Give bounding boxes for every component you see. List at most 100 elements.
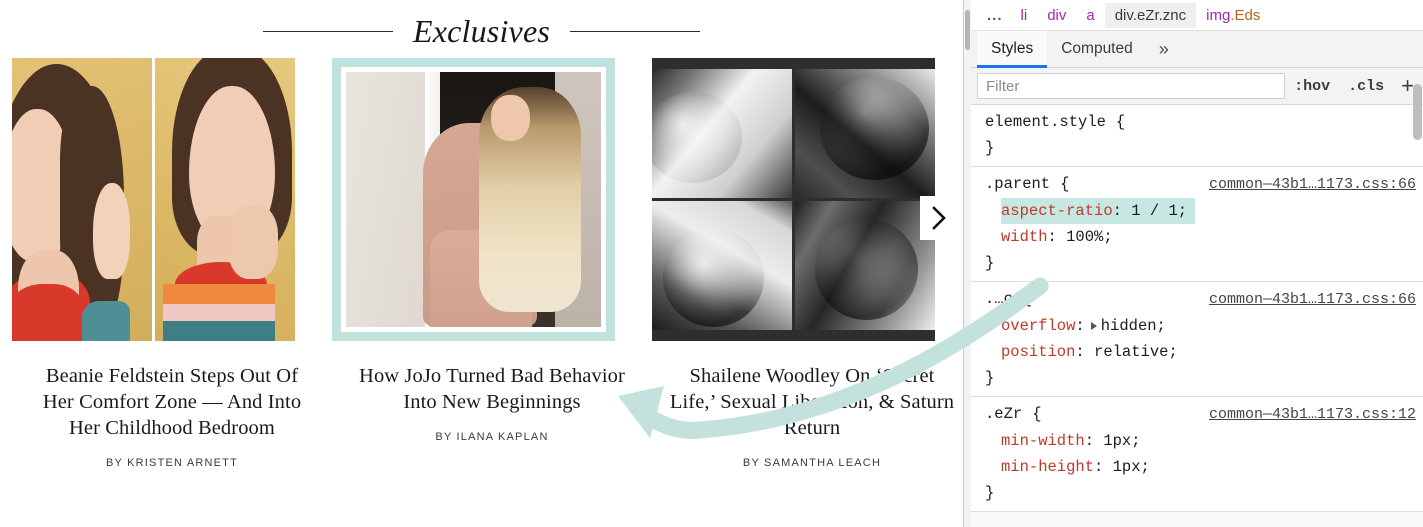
cls-toggle-button[interactable]: .cls — [1339, 78, 1393, 95]
article-headline[interactable]: Shailene Woodley On ‘Secret Life,’ Sexua… — [668, 363, 956, 441]
article-caption: Beanie Feldstein Steps Out Of Her Comfor… — [12, 341, 332, 469]
photo-pane-left — [12, 58, 152, 341]
article-headline[interactable]: Beanie Feldstein Steps Out Of Her Comfor… — [28, 363, 316, 441]
chevron-right-icon — [932, 206, 946, 230]
css-property[interactable]: width — [1001, 228, 1048, 246]
article-byline: BY ILANA KAPLAN — [435, 431, 549, 443]
article-headline[interactable]: How JoJo Turned Bad Behavior Into New Be… — [348, 363, 636, 415]
css-value[interactable]: : 1px; — [1094, 458, 1150, 476]
styles-filter-bar: :hov .cls + — [971, 68, 1423, 105]
section-header: Exclusives — [0, 0, 963, 58]
dom-breadcrumb: ... li div a div.eZr.znc img.Eds — [971, 0, 1423, 31]
css-selector[interactable]: .…c — [985, 286, 1013, 312]
css-selector[interactable]: .eZr — [985, 401, 1022, 427]
devtools-scrollbar-thumb[interactable] — [1413, 84, 1422, 140]
css-value[interactable]: : 100%; — [1048, 228, 1113, 246]
css-value-text: 1px; — [1112, 458, 1150, 476]
css-rule-obscured[interactable]: .…c { common—43b1…1173.css:66 overflow: h… — [971, 282, 1423, 397]
css-property[interactable]: position — [1001, 343, 1075, 361]
css-value[interactable]: : 1px; — [1085, 432, 1141, 450]
css-value-text: 1px; — [1103, 432, 1141, 450]
close-brace: } — [985, 484, 995, 502]
photo-subject-face — [491, 94, 530, 141]
article-byline: BY KRISTEN ARNETT — [105, 457, 239, 469]
photo-pane-right — [155, 58, 295, 341]
css-declaration-row[interactable]: min-width: 1px; — [971, 428, 1423, 454]
photo-grid — [652, 69, 935, 330]
article-thumbnail-wrap[interactable] — [652, 58, 935, 341]
article-card[interactable]: Shailene Woodley On ‘Secret Life,’ Sexua… — [652, 58, 963, 469]
devtools-tabbar: Styles Computed » — [971, 31, 1423, 68]
css-value-text: 100%; — [1066, 228, 1113, 246]
photo-cell — [652, 69, 792, 198]
css-property[interactable]: min-height — [1001, 458, 1094, 476]
devtools-panel: ... li div a div.eZr.znc img.Eds Styles … — [963, 0, 1423, 527]
carousel-next-button[interactable] — [920, 196, 958, 240]
css-selector[interactable]: .parent — [985, 171, 1050, 197]
photo-wall — [346, 72, 431, 327]
css-value-text: 1 / 1; — [1131, 202, 1188, 220]
article-thumbnail-wrap[interactable] — [12, 58, 295, 341]
expand-triangle-icon[interactable] — [1090, 321, 1097, 330]
article-caption: How JoJo Turned Bad Behavior Into New Be… — [332, 341, 652, 443]
css-value-text: relative; — [1094, 343, 1178, 361]
photo-cell — [795, 69, 935, 198]
open-brace: { — [1032, 405, 1042, 423]
stylesheet-origin-link[interactable]: common—43b1…1173.css:66 — [1209, 287, 1416, 313]
css-rule-parent[interactable]: .parent { common—43b1…1173.css:66 aspect… — [971, 167, 1423, 282]
open-brace: { — [1022, 290, 1033, 308]
article-card[interactable]: Beanie Feldstein Steps Out Of Her Comfor… — [12, 58, 332, 469]
devtools-resizer[interactable] — [964, 0, 970, 527]
article-card-selected[interactable]: How JoJo Turned Bad Behavior Into New Be… — [332, 58, 652, 469]
hov-toggle-button[interactable]: :hov — [1285, 78, 1339, 95]
breadcrumb-ellipsis[interactable]: ... — [979, 5, 1011, 26]
css-property[interactable]: min-width — [1001, 432, 1085, 450]
article-thumbnail-wrap-highlighted[interactable] — [332, 58, 615, 341]
css-declaration-row[interactable]: aspect-ratio: 1 / 1; — [971, 198, 1423, 224]
tab-styles[interactable]: Styles — [977, 31, 1048, 68]
breadcrumb-img-tag: img — [1206, 6, 1231, 24]
open-brace: { — [1115, 113, 1126, 131]
open-brace: { — [1060, 175, 1070, 193]
photo-cell — [795, 201, 935, 330]
thumbnail-inner-padding — [341, 67, 606, 332]
photo-top-bar — [652, 58, 935, 69]
css-selector[interactable]: element.style — [985, 109, 1106, 135]
screen-root: Exclusives Beanie Feldstein Steps Out Of… — [0, 0, 1423, 527]
css-rule-ezr[interactable]: .eZr { common—43b1…1173.css:12 min-width… — [971, 397, 1423, 512]
css-property[interactable]: overflow — [1001, 317, 1075, 335]
breadcrumb-item-li[interactable]: li — [1011, 3, 1038, 28]
article-image[interactable] — [12, 58, 295, 341]
styles-rules-list[interactable]: element.style { } .parent { common—43b1…… — [971, 105, 1423, 527]
article-image[interactable] — [652, 58, 935, 341]
resizer-grip[interactable] — [965, 10, 970, 50]
close-brace: } — [985, 139, 995, 157]
breadcrumb-item-img[interactable]: img.Eds — [1196, 3, 1270, 28]
search-input[interactable] — [977, 73, 1286, 99]
css-declaration-row[interactable]: width: 100%; — [971, 224, 1423, 250]
css-declaration-row[interactable]: position: relative; — [971, 339, 1423, 365]
article-carousel[interactable]: Beanie Feldstein Steps Out Of Her Comfor… — [0, 58, 963, 469]
css-value[interactable]: : relative; — [1075, 343, 1177, 361]
css-value[interactable]: : 1 / 1; — [1113, 202, 1187, 220]
divider-right — [570, 30, 701, 32]
more-tabs-icon[interactable]: » — [1147, 31, 1181, 67]
tab-computed[interactable]: Computed — [1047, 31, 1147, 67]
article-caption: Shailene Woodley On ‘Secret Life,’ Sexua… — [652, 341, 963, 469]
breadcrumb-item-div[interactable]: div — [1037, 3, 1076, 28]
stylesheet-origin-link[interactable]: common—43b1…1173.css:12 — [1209, 402, 1416, 428]
article-image[interactable] — [346, 72, 601, 327]
css-value[interactable]: : hidden; — [1075, 317, 1165, 335]
breadcrumb-item-selected[interactable]: div.eZr.znc — [1104, 2, 1197, 28]
css-value-text: hidden; — [1100, 317, 1166, 335]
close-brace: } — [985, 254, 995, 272]
css-declaration-row[interactable]: min-height: 1px; — [971, 454, 1423, 480]
breadcrumb-item-a[interactable]: a — [1076, 3, 1104, 28]
css-declaration-row[interactable]: overflow: hidden; — [971, 313, 1423, 339]
css-property[interactable]: aspect-ratio — [1001, 202, 1113, 220]
web-page-content: Exclusives Beanie Feldstein Steps Out Of… — [0, 0, 963, 527]
stylesheet-origin-link[interactable]: common—43b1…1173.css:66 — [1209, 172, 1416, 198]
css-rule-element-style[interactable]: element.style { } — [971, 105, 1423, 167]
photo-cell — [652, 201, 792, 330]
close-brace: } — [985, 369, 995, 387]
